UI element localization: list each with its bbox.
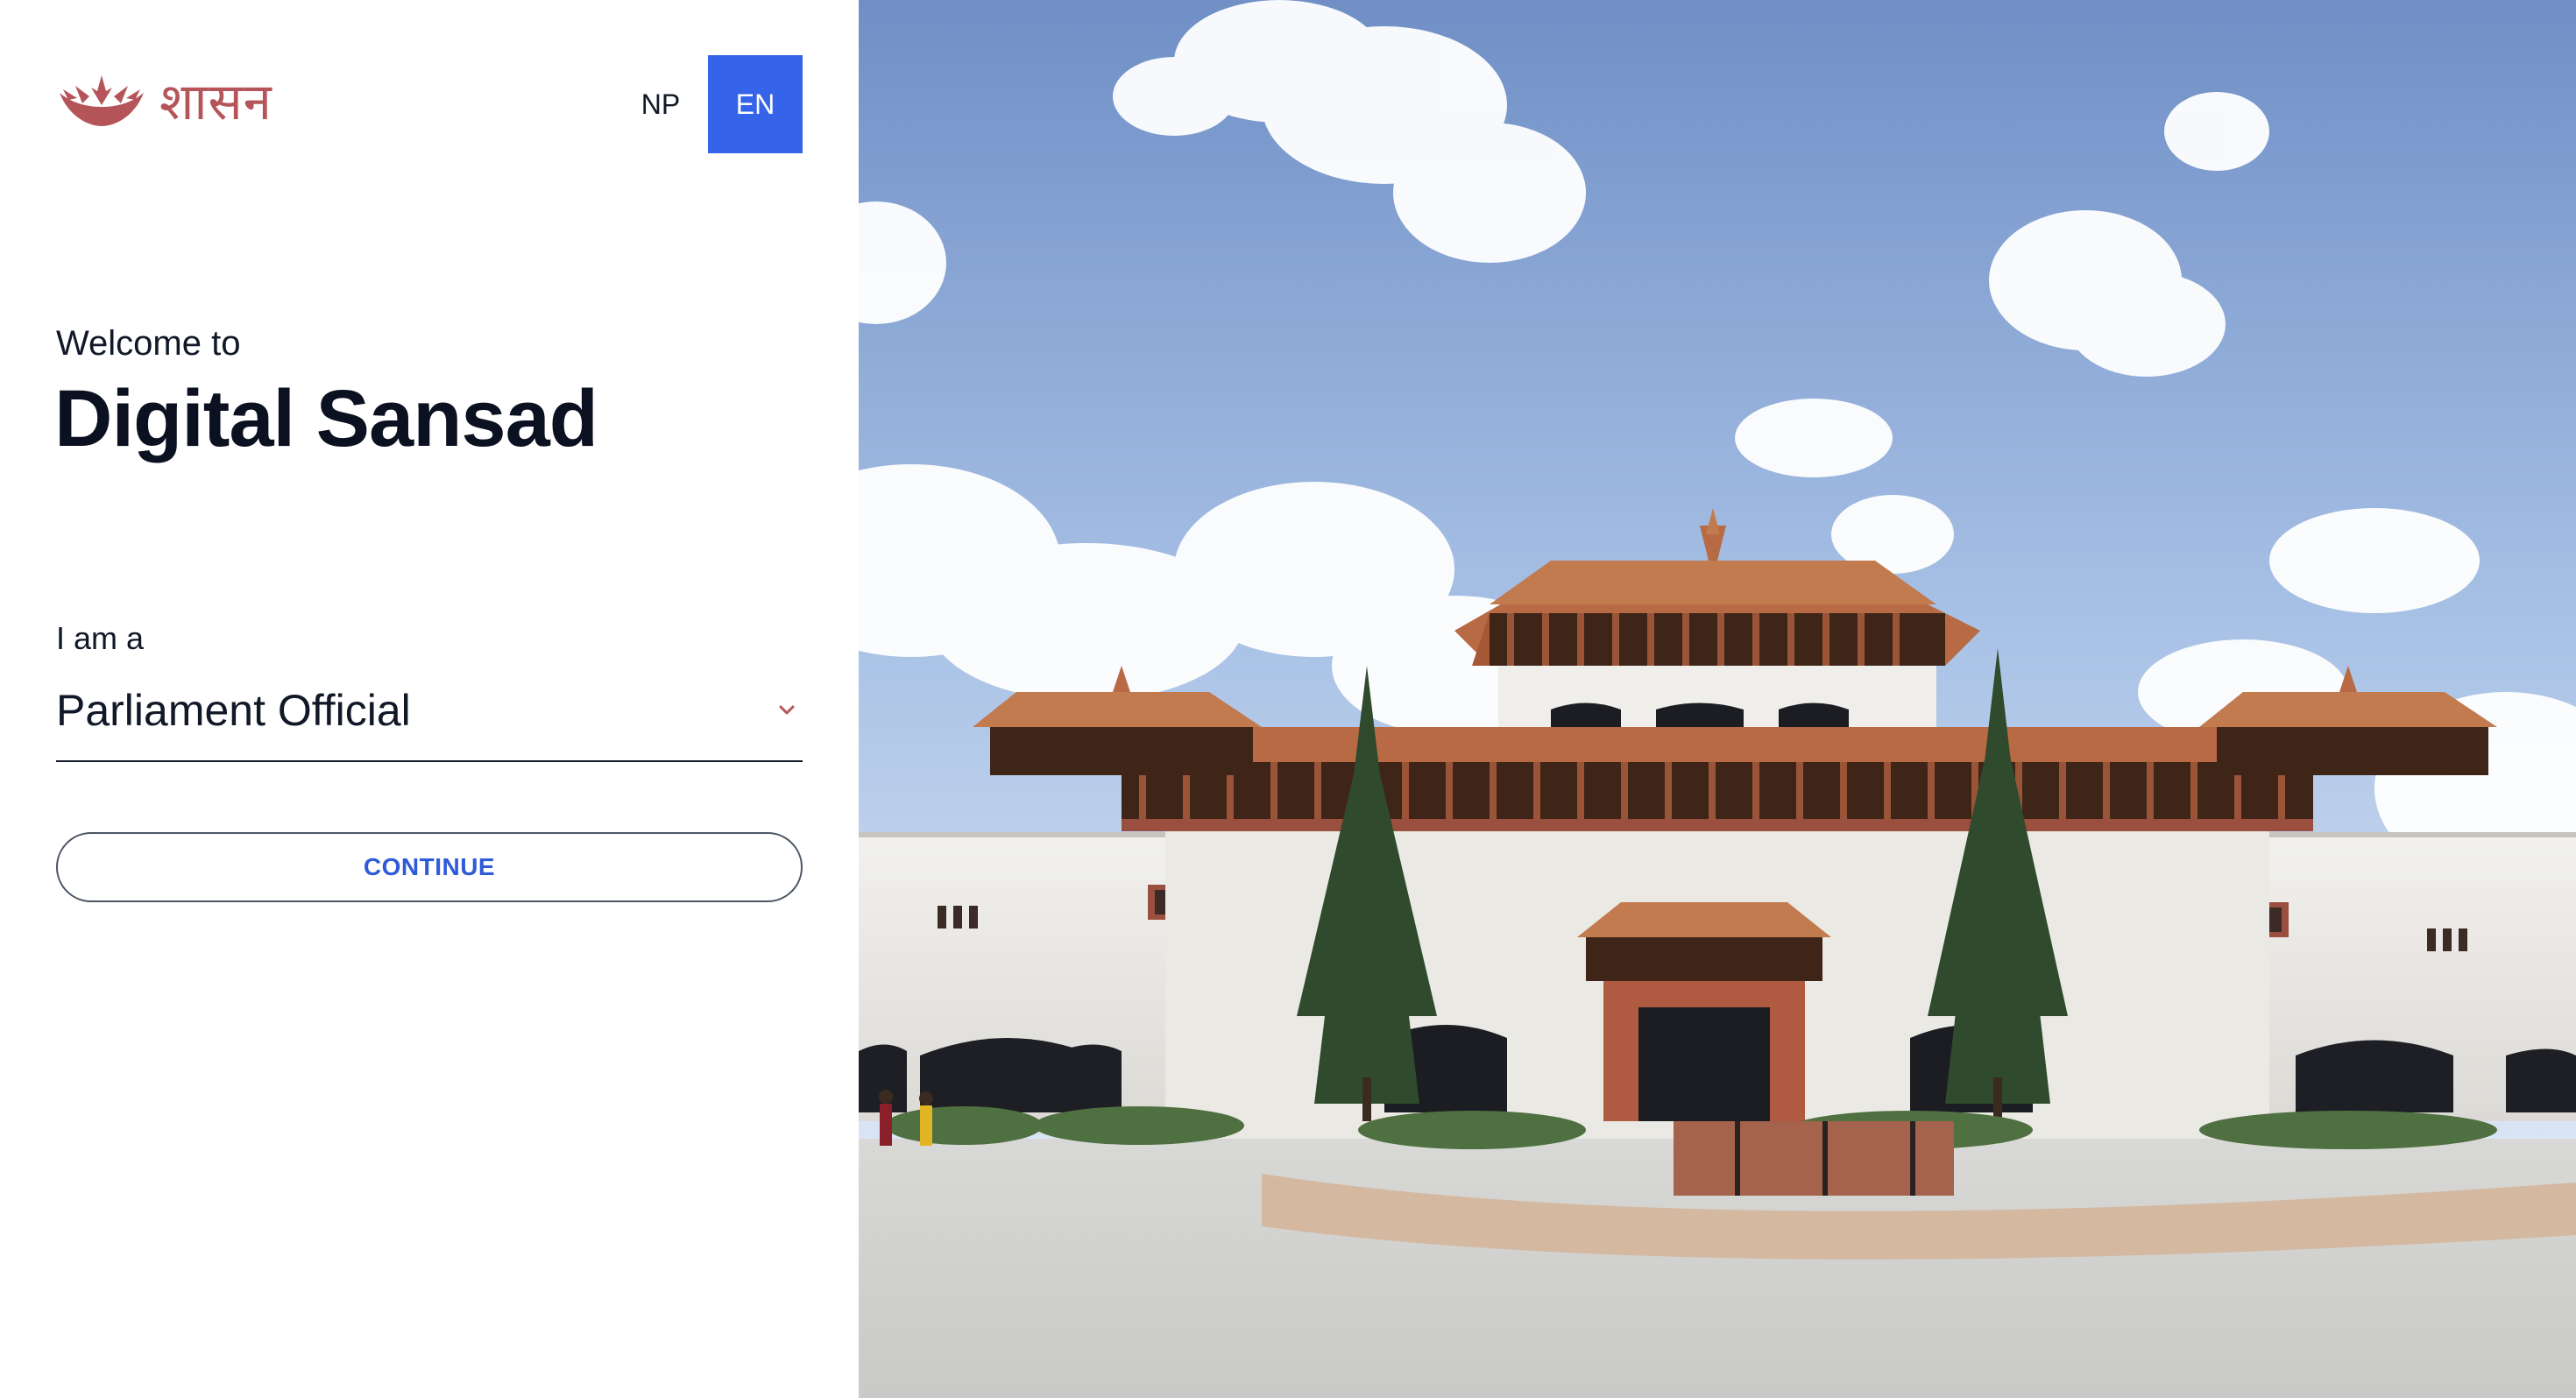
- hero-image: [859, 0, 2576, 1398]
- brand-logo[interactable]: शासन: [56, 74, 272, 130]
- page-title: Digital Sansad: [54, 374, 598, 463]
- parliament-building-photo: [859, 0, 2576, 1398]
- continue-button[interactable]: CONTINUE: [56, 832, 803, 902]
- login-page: शासन NP EN Welcome to Digital Sansad I a…: [0, 0, 2576, 1398]
- role-label: I am a: [56, 620, 145, 656]
- language-en-button[interactable]: EN: [708, 55, 803, 153]
- language-switcher: NP EN: [613, 55, 803, 153]
- welcome-text: Welcome to: [56, 324, 241, 363]
- role-select[interactable]: Parliament Official: [56, 674, 803, 762]
- logo-text: शासन: [159, 72, 272, 131]
- login-panel: शासन NP EN Welcome to Digital Sansad I a…: [0, 0, 859, 1398]
- role-select-value: Parliament Official: [56, 686, 411, 735]
- chevron-down-icon: [779, 705, 795, 715]
- language-np-button[interactable]: NP: [613, 55, 708, 153]
- lotus-icon: [60, 75, 144, 126]
